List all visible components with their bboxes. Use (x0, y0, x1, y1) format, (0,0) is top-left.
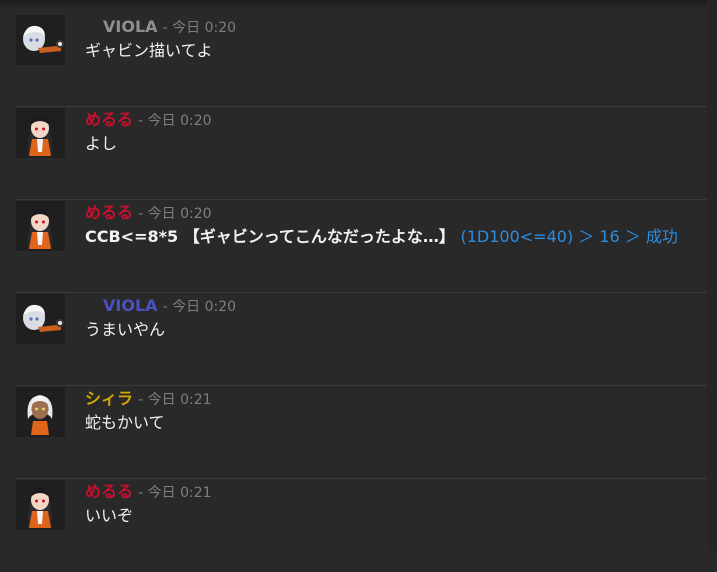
shira-avatar-icon[interactable] (16, 387, 65, 437)
meruru-avatar-icon[interactable] (16, 480, 65, 530)
chat-message: VIOLA - 今日 0:20 うまいやん (16, 294, 707, 386)
timestamp-time: 今日 0:21 (147, 392, 212, 408)
chat-message: めるる - 今日 0:21 いいぞ (16, 480, 707, 572)
message-header: めるる - 今日 0:20 (85, 203, 212, 223)
message-text: いいぞ (85, 506, 134, 525)
timestamp-time: 今日 0:21 (147, 485, 212, 501)
sender-name[interactable]: シィラ (85, 389, 133, 408)
meruru-avatar-icon[interactable] (16, 108, 65, 158)
message-timestamp: - 今日 0:21 (138, 392, 211, 408)
timestamp-separator: - (138, 206, 144, 222)
message-timestamp: - 今日 0:20 (138, 206, 211, 222)
timestamp-separator: - (162, 299, 168, 315)
message-header: VIOLA - 今日 0:20 (85, 296, 236, 316)
message-header: めるる - 今日 0:20 (85, 110, 212, 130)
sender-name[interactable]: めるる (85, 110, 133, 129)
timestamp-separator: - (138, 113, 144, 129)
dice-roll-message: CCB<=8*5 【ギャビンってこんなだったよな…】 (1D100<=40) ＞… (85, 227, 678, 247)
message-header: VIOLA - 今日 0:20 (85, 17, 236, 37)
message-text: よし (85, 134, 118, 153)
timestamp-separator: - (138, 485, 144, 501)
timestamp-time: 今日 0:20 (147, 113, 212, 129)
chat-log[interactable]: VIOLA - 今日 0:20 ギャビン描いてよ めるる - 今日 0:20 よ… (0, 0, 707, 551)
chat-message: めるる - 今日 0:20 CCB<=8*5 【ギャビンってこんなだったよな…】… (16, 201, 707, 293)
sender-name[interactable]: VIOLA (103, 17, 158, 36)
scrollbar-track[interactable] (707, 0, 717, 551)
message-timestamp: - 今日 0:21 (138, 485, 211, 501)
message-timestamp: - 今日 0:20 (163, 20, 236, 36)
timestamp-time: 今日 0:20 (147, 206, 212, 222)
timestamp-time: 今日 0:20 (172, 20, 237, 36)
dice-command-text: CCB<=8*5 【ギャビンってこんなだったよな…】 (85, 227, 455, 246)
message-timestamp: - 今日 0:20 (138, 113, 211, 129)
viola-avatar-icon[interactable] (16, 294, 65, 344)
message-text: 蛇もかいて (85, 413, 165, 432)
message-header: シィラ - 今日 0:21 (85, 389, 212, 409)
timestamp-separator: - (138, 392, 144, 408)
viola-avatar-icon[interactable] (16, 15, 65, 65)
sender-name[interactable]: めるる (85, 203, 133, 222)
message-header: めるる - 今日 0:21 (85, 482, 212, 502)
message-text: ギャビン描いてよ (85, 41, 213, 60)
timestamp-time: 今日 0:20 (172, 299, 237, 315)
chat-message: シィラ - 今日 0:21 蛇もかいて (16, 387, 707, 479)
chat-message: めるる - 今日 0:20 よし (16, 108, 707, 200)
message-timestamp: - 今日 0:20 (163, 299, 236, 315)
dice-result-text: (1D100<=40) ＞ 16 ＞ 成功 (460, 227, 678, 246)
timestamp-separator: - (162, 20, 168, 36)
sender-name[interactable]: めるる (85, 482, 133, 501)
meruru-avatar-icon[interactable] (16, 201, 65, 251)
message-text: うまいやん (85, 320, 166, 339)
sender-name[interactable]: VIOLA (103, 296, 158, 315)
chat-message: VIOLA - 今日 0:20 ギャビン描いてよ (16, 15, 707, 107)
